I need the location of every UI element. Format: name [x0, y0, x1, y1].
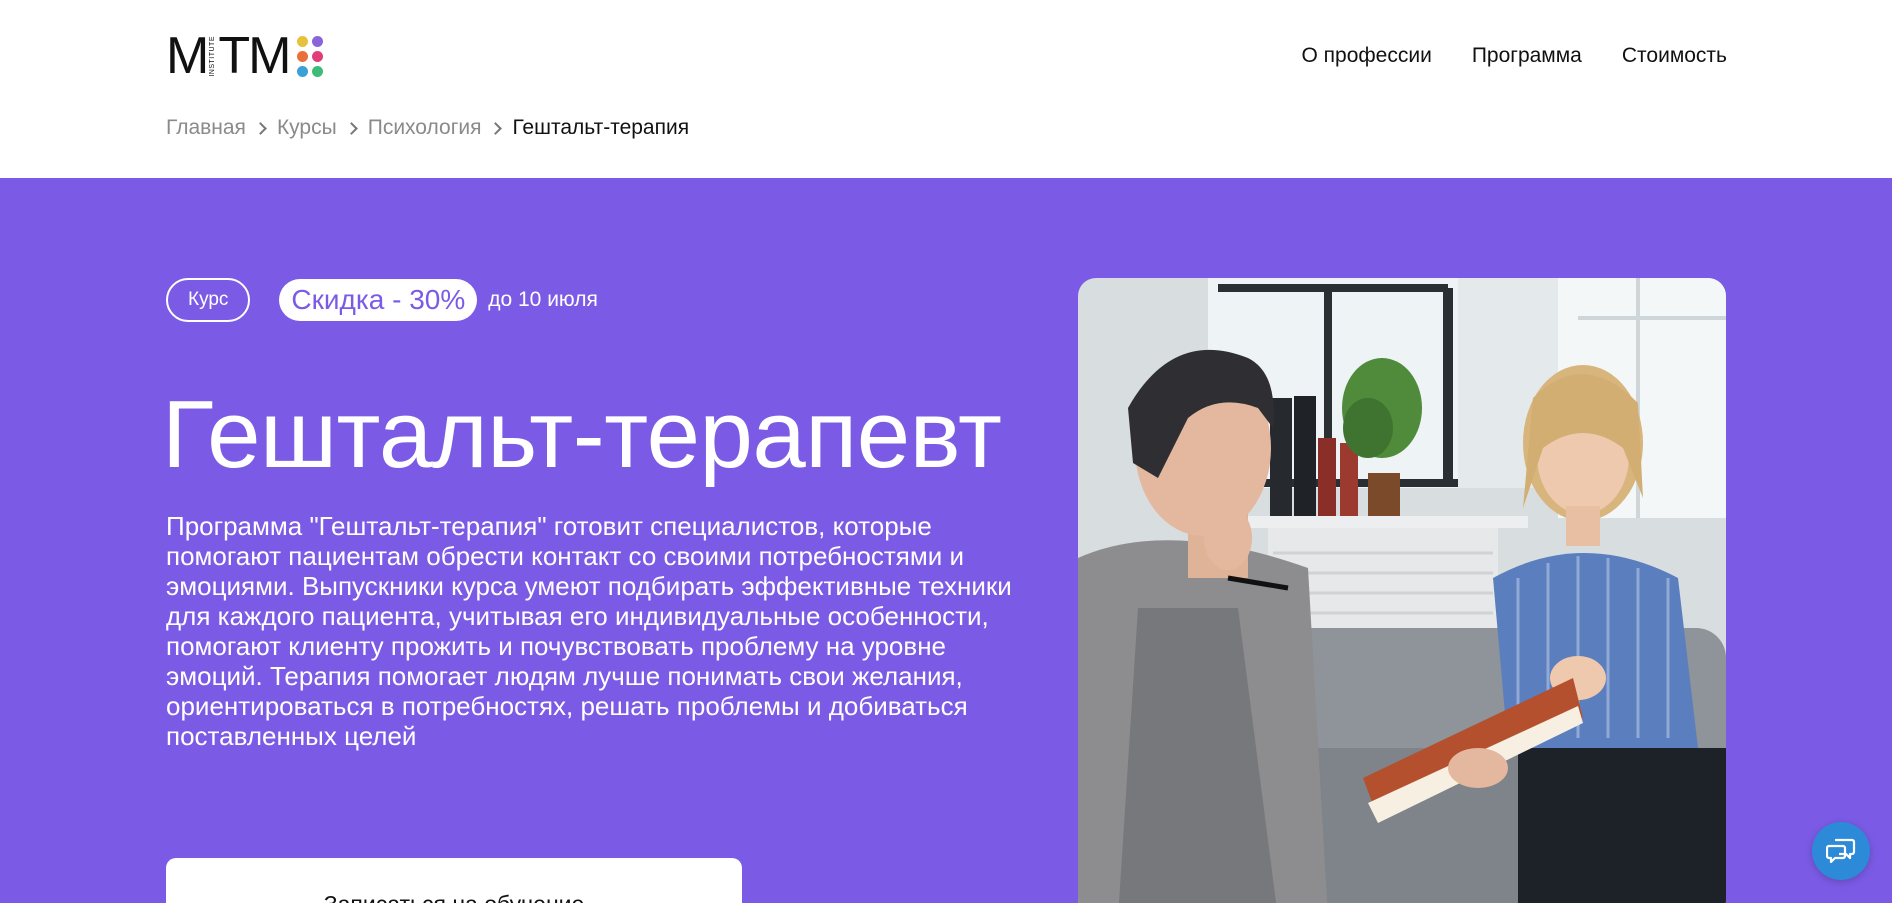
logo-dot: [297, 65, 309, 77]
logo-dot: [312, 35, 324, 47]
logo-dot: [312, 65, 324, 77]
chevron-right-icon: [254, 121, 267, 135]
logo-dot: [297, 35, 309, 47]
breadcrumb-current: Гештальт-терапия: [512, 116, 690, 139]
chat-bubbles-icon: [1826, 838, 1856, 864]
course-tags: Курс Скидка - 30% до 10 июля: [166, 278, 598, 322]
site-header: M INSTITUTE TM О профессии Программа Сто…: [0, 0, 1892, 178]
breadcrumb-home[interactable]: Главная: [166, 116, 246, 140]
logo-dot: [312, 50, 324, 62]
breadcrumb-courses[interactable]: Курсы: [277, 116, 337, 140]
course-type-badge: Курс: [166, 278, 251, 322]
page-title: Гештальт-терапевт: [162, 381, 1002, 488]
chat-widget-button[interactable]: [1812, 822, 1870, 880]
breadcrumb-psychology[interactable]: Психология: [368, 116, 482, 140]
enroll-button[interactable]: Записаться на обучение: [166, 858, 742, 903]
logo-dots-icon: [297, 35, 324, 77]
discount-deadline: до 10 июля: [488, 288, 598, 311]
nav-link-price[interactable]: Стоимость: [1622, 44, 1727, 68]
logo-letter-m: M: [166, 27, 209, 85]
chevron-right-icon: [489, 121, 503, 135]
chevron-right-icon: [344, 121, 358, 135]
logo-institute-label: INSTITUTE: [209, 35, 217, 77]
breadcrumb: Главная Курсы Психология Гештальт-терапи…: [166, 116, 689, 140]
discount-badge: Скидка - 30%: [279, 279, 478, 321]
mitm-logo[interactable]: M INSTITUTE TM: [166, 27, 324, 85]
logo-dot: [297, 50, 309, 62]
main-nav: О профессии Программа Стоимость: [1302, 44, 1728, 68]
logo-letters-tm: TM: [218, 27, 291, 85]
nav-link-program[interactable]: Программа: [1472, 44, 1582, 68]
hero-photo: [1078, 278, 1726, 903]
nav-link-about-profession[interactable]: О профессии: [1302, 44, 1432, 68]
course-description: Программа "Гештальт-терапия" готовит спе…: [166, 511, 1012, 751]
